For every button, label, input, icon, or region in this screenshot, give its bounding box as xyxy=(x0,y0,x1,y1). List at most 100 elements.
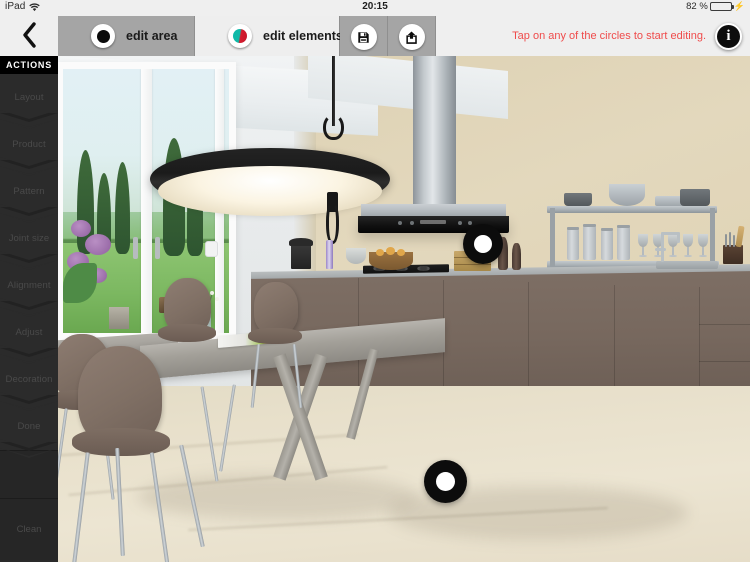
floppy-disk-save-icon xyxy=(350,24,377,50)
save-button[interactable] xyxy=(340,16,388,56)
wine-glass xyxy=(698,234,708,258)
bowl-stack xyxy=(609,184,645,206)
kitchen-faucet-tip xyxy=(677,232,680,243)
wifi-icon xyxy=(29,3,41,12)
sidebar-item-label: Decoration xyxy=(5,374,53,385)
spice-rack-slats xyxy=(454,264,491,265)
toolbar-right-section: Tap on any of the circles to start editi… xyxy=(436,16,750,56)
floor-marker[interactable] xyxy=(423,459,467,503)
share-button[interactable] xyxy=(388,16,436,56)
flowering-bush xyxy=(85,234,111,255)
wall-marker[interactable] xyxy=(463,224,503,264)
fruit xyxy=(386,247,395,255)
status-bar: iPad 20:15 82 % ⚡ xyxy=(0,0,750,16)
sidebar-item-label: Adjust xyxy=(15,327,43,338)
tab-edit-elements[interactable]: edit elements xyxy=(195,16,343,56)
cabinet-seam xyxy=(699,287,700,399)
battery-icon xyxy=(709,1,734,12)
room-render-canvas[interactable] xyxy=(58,56,750,562)
utensil-holder xyxy=(723,245,743,264)
teal-red-split-circle-icon xyxy=(228,24,252,48)
sidebar-item-label: Joint size xyxy=(8,233,50,244)
share-export-icon xyxy=(398,24,425,50)
hint-text: Tap on any of the circles to start editi… xyxy=(512,30,706,42)
flower xyxy=(215,297,219,301)
kitchen-faucet xyxy=(661,232,664,262)
sidebar-title: ACTIONS xyxy=(0,56,58,74)
pendant-lamp-drop xyxy=(326,202,339,244)
coffee-machine xyxy=(291,242,311,269)
tab-edit-elements-label: edit elements xyxy=(263,29,343,43)
marker-center-dot xyxy=(474,235,492,253)
storage-jar xyxy=(567,229,579,260)
storage-jar xyxy=(617,227,630,260)
flowering-bush xyxy=(71,220,91,237)
shelf-bracket xyxy=(550,208,555,268)
hood-control xyxy=(410,221,414,225)
window-handle xyxy=(155,237,160,259)
hood-brand-mark xyxy=(420,220,446,224)
sidebar-item-layout[interactable]: Layout xyxy=(0,74,58,122)
info-circle-icon[interactable]: i xyxy=(715,22,742,50)
app-root: iPad 20:15 82 % ⚡ edit area edit element… xyxy=(0,0,750,562)
tab-edit-area-label: edit area xyxy=(126,29,178,43)
fruit xyxy=(397,249,405,256)
hood-control xyxy=(398,221,402,225)
cabinet-seam xyxy=(528,282,529,398)
sidebar-item-label: Layout xyxy=(14,92,44,103)
storage-jar xyxy=(601,230,613,260)
status-bar-clock: 20:15 xyxy=(362,1,388,12)
glass-bowl xyxy=(346,248,366,264)
window-handle xyxy=(133,237,138,259)
sink-basin xyxy=(656,261,718,269)
chevron-left-icon xyxy=(22,22,37,48)
wine-glass xyxy=(683,234,693,258)
status-bar-right: 82 % ⚡ xyxy=(686,1,745,12)
fruit xyxy=(376,249,384,256)
battery-percent-label: 82 % xyxy=(686,1,708,12)
dark-pot xyxy=(680,189,710,206)
utensil xyxy=(725,234,727,247)
faucet-handle xyxy=(655,248,666,251)
garden-planter xyxy=(109,307,129,329)
coffee-machine-top xyxy=(289,238,313,246)
marker-center-dot xyxy=(435,471,455,491)
hob-burner xyxy=(417,266,430,271)
chair-back xyxy=(254,282,298,334)
flower xyxy=(210,291,214,295)
tab-edit-area[interactable]: edit area xyxy=(58,16,195,56)
wine-glass xyxy=(638,234,648,258)
jar-lid xyxy=(567,227,579,230)
top-toolbar: edit area edit elements Tap on any of th… xyxy=(0,0,750,56)
upper-shelf xyxy=(547,206,717,213)
jar-lid xyxy=(601,228,613,231)
wall-outlet xyxy=(206,242,217,256)
pendant-lamp-diffuser xyxy=(158,166,382,216)
window-mullion xyxy=(141,69,152,333)
status-bar-left: iPad xyxy=(5,1,41,12)
sidebar-item-label: Pattern xyxy=(13,186,45,197)
cabinet-seam xyxy=(614,285,615,399)
drawer-seam xyxy=(699,324,750,325)
jar-lid xyxy=(617,225,630,228)
sidebar-item-label: Product xyxy=(12,139,46,150)
jar-lid xyxy=(583,224,596,227)
dark-bottle xyxy=(512,243,521,270)
drawer-seam xyxy=(699,361,750,362)
shelf-bracket xyxy=(710,208,715,268)
sidebar-item-label: Alignment xyxy=(7,280,51,291)
hood-control xyxy=(468,221,472,225)
chair-seat xyxy=(158,324,216,342)
sidebar-item-clean-label: Clean xyxy=(16,524,42,535)
utensil xyxy=(729,232,731,247)
stacked-pots xyxy=(564,193,592,206)
storage-jar xyxy=(583,226,596,260)
lightning-bolt-icon: ⚡ xyxy=(733,1,745,11)
pendant-lamp-hook xyxy=(323,114,344,140)
sidebar-item-clean[interactable]: Clean xyxy=(0,498,58,560)
actions-sidebar: ACTIONS Layout Product Pattern Joint size Al… xyxy=(0,56,58,562)
device-name: iPad xyxy=(5,1,26,12)
chair-seat xyxy=(248,328,302,344)
extractor-hood-duct xyxy=(413,56,456,208)
sidebar-item-label: Done xyxy=(17,421,41,432)
